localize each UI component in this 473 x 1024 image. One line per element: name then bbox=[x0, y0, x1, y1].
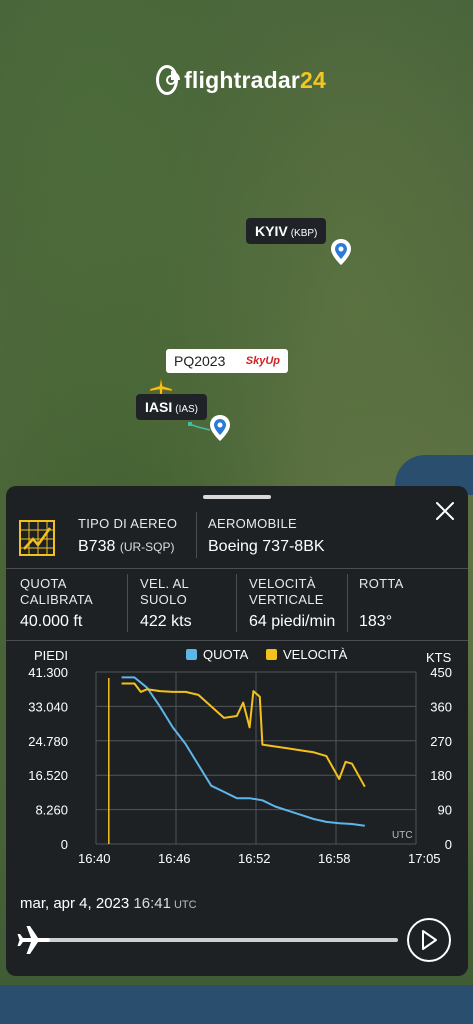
series-line-speed bbox=[121, 682, 366, 788]
divider bbox=[347, 574, 348, 632]
right-tick-label: 180 bbox=[430, 768, 452, 783]
app-logo: flightradar24 bbox=[156, 62, 326, 98]
flight-label[interactable]: PQ2023 SkyUp bbox=[166, 349, 288, 373]
legend-label: QUOTA bbox=[203, 647, 249, 662]
left-tick-label: 41.300 bbox=[28, 665, 68, 680]
aircraft-registration: (UR-SQP) bbox=[119, 540, 175, 554]
aircraft-type-code: B738 bbox=[78, 538, 116, 555]
flight-callsign: PQ2023 bbox=[174, 353, 226, 369]
right-tick-label: 90 bbox=[438, 803, 452, 818]
right-tick-label: 360 bbox=[430, 699, 452, 714]
right-tick-label: 450 bbox=[430, 665, 452, 680]
divider bbox=[6, 640, 468, 641]
origin-pin-icon[interactable] bbox=[209, 414, 231, 442]
flight-chart[interactable]: PIEDI KTS QUOTA VELOCITÀ 41.300 450 33.040 360 2… bbox=[6, 644, 468, 874]
stat-label: ROTTA bbox=[359, 576, 404, 591]
sea-area bbox=[0, 985, 473, 1024]
airport-code: (IAS) bbox=[175, 404, 199, 415]
altitude-speed-chart: PIEDI KTS QUOTA VELOCITÀ 41.300 450 33.040 360 2… bbox=[28, 647, 452, 866]
slider-airplane-icon[interactable] bbox=[16, 923, 52, 957]
logo-text: flightradar bbox=[184, 66, 301, 93]
divider bbox=[236, 574, 237, 632]
left-axis-title: PIEDI bbox=[34, 648, 68, 663]
playback-slider[interactable] bbox=[42, 938, 398, 942]
right-tick-label: 0 bbox=[445, 837, 452, 852]
playback-time: 16:41 bbox=[133, 895, 171, 912]
x-unit-label: UTC bbox=[392, 830, 413, 841]
play-button[interactable] bbox=[407, 918, 451, 962]
x-tick-label: 16:58 bbox=[318, 851, 351, 866]
divider bbox=[127, 574, 128, 632]
left-tick-label: 16.520 bbox=[28, 768, 68, 783]
vertical-speed-value: 64 piedi/min bbox=[249, 613, 336, 630]
airport-label-kyiv[interactable]: KYIV (KBP) bbox=[246, 218, 327, 244]
divider bbox=[6, 568, 468, 569]
left-tick-label: 24.780 bbox=[28, 734, 68, 749]
airport-name: IASI bbox=[145, 399, 173, 415]
left-tick-label: 33.040 bbox=[28, 699, 68, 714]
stat-label: VELOCITÀ VERTICALE bbox=[249, 576, 324, 607]
stat-label: VEL. AL SUOLO bbox=[140, 576, 190, 607]
airport-name: KYIV bbox=[255, 223, 288, 239]
divider bbox=[196, 512, 197, 558]
playback-timestamp: mar, apr 4, 2023 16:41 UTC bbox=[20, 895, 197, 912]
x-tick-label: 16:46 bbox=[158, 851, 191, 866]
legend-swatch bbox=[266, 649, 277, 660]
right-axis-title: KTS bbox=[426, 650, 452, 665]
play-icon bbox=[422, 930, 437, 950]
logo-number: 24 bbox=[300, 66, 326, 93]
left-tick-label: 8.260 bbox=[35, 803, 68, 818]
track-value: 183° bbox=[359, 613, 393, 630]
playback-date: mar, apr 4, 2023 bbox=[20, 895, 130, 912]
right-tick-label: 270 bbox=[430, 734, 452, 749]
legend-swatch bbox=[186, 649, 197, 660]
destination-pin-icon[interactable] bbox=[330, 238, 352, 266]
playback-timezone: UTC bbox=[173, 899, 197, 911]
airport-label-iasi[interactable]: IASI (IAS) bbox=[136, 394, 208, 420]
aircraft-type-value: B738 (UR-SQP) bbox=[78, 538, 175, 556]
airport-code: (KBP) bbox=[290, 228, 318, 239]
radar-icon bbox=[156, 65, 180, 95]
series-line-altitude bbox=[121, 676, 365, 827]
aircraft-chart-icon bbox=[19, 520, 55, 556]
legend-label: VELOCITÀ bbox=[283, 647, 348, 662]
aircraft-value: Boeing 737-8BK bbox=[208, 538, 325, 555]
aircraft-label: AEROMOBILE bbox=[208, 516, 297, 531]
stat-label: QUOTA CALIBRATA bbox=[20, 576, 94, 607]
airline-logo: SkyUp bbox=[245, 355, 280, 367]
calibrated-altitude-value: 40.000 ft bbox=[20, 613, 83, 630]
panel-drag-handle[interactable] bbox=[203, 495, 271, 499]
ground-speed-value: 422 kts bbox=[140, 613, 192, 630]
x-tick-label: 16:52 bbox=[238, 851, 271, 866]
aircraft-type-label: TIPO DI AEREO bbox=[78, 516, 178, 531]
x-tick-label: 16:40 bbox=[78, 851, 111, 866]
close-button[interactable] bbox=[432, 498, 458, 524]
left-tick-label: 0 bbox=[61, 837, 68, 852]
close-icon bbox=[436, 502, 454, 520]
flight-details-panel: TIPO DI AEREO B738 (UR-SQP) AEROMOBILE B… bbox=[6, 486, 468, 976]
x-tick-label: 17:05 bbox=[408, 851, 441, 866]
